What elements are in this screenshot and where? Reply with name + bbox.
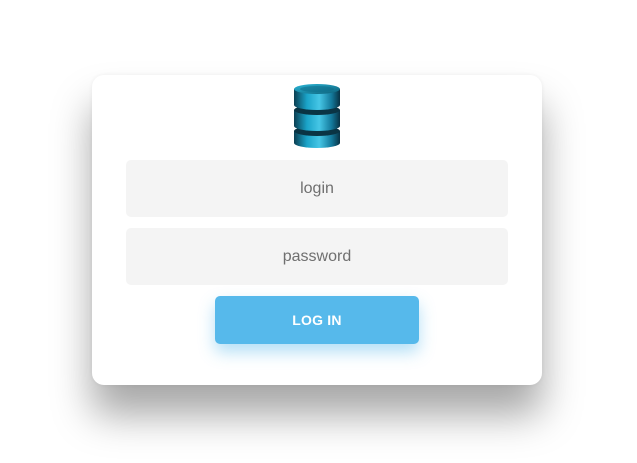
- password-input[interactable]: [126, 228, 508, 285]
- log-in-button[interactable]: LOG IN: [215, 296, 419, 344]
- database-icon: [294, 84, 340, 148]
- page-background: LOG IN: [0, 0, 637, 463]
- login-card: LOG IN: [92, 75, 542, 385]
- login-input[interactable]: [126, 160, 508, 217]
